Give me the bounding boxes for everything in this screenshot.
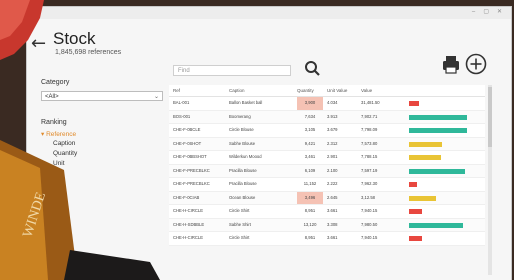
foreground-decoration: WINDE <box>0 0 160 280</box>
screenshot: ‒ ▢ ✕ ← Stock 1,845,698 references Categ… <box>0 0 514 280</box>
